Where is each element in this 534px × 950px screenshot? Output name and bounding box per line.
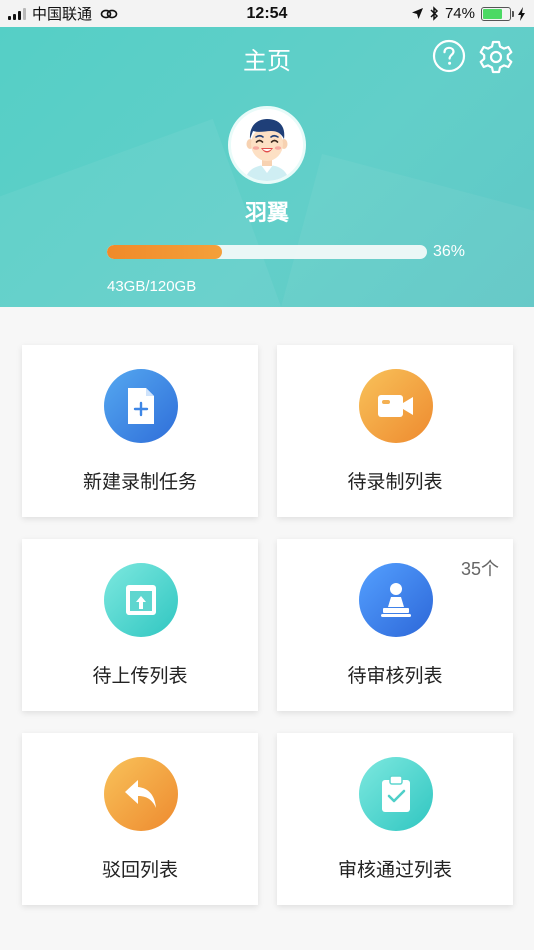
card-pending-upload-list[interactable]: 待上传列表 <box>22 539 258 711</box>
charging-icon <box>518 6 525 21</box>
battery-icon <box>481 6 514 21</box>
upload-image-icon <box>126 585 156 615</box>
status-bar: 中国联通 12:54 74% <box>0 0 534 27</box>
storage-used-total: 43GB/120GB <box>107 278 197 295</box>
card-label: 新建录制任务 <box>82 472 197 493</box>
carrier-name: 中国联通 <box>32 6 93 23</box>
card-label: 待录制列表 <box>347 472 443 493</box>
card-rejected-list[interactable]: 驳回列表 <box>22 733 258 905</box>
icon-circle <box>104 757 178 831</box>
status-bar-right: 74% <box>411 0 526 27</box>
card-new-recording-task[interactable]: 新建录制任务 <box>22 345 258 517</box>
card-label: 审核通过列表 <box>337 860 452 881</box>
video-camera-icon <box>378 395 413 417</box>
link-icon <box>100 9 118 18</box>
pending-count-badge: 35个 <box>460 559 499 579</box>
card-pending-review-list[interactable]: 35个 待审核列表 <box>277 539 513 711</box>
icon-circle <box>359 563 433 637</box>
card-label: 待上传列表 <box>92 666 188 687</box>
gear-icon[interactable] <box>478 39 514 75</box>
reply-arrow-icon <box>125 780 156 808</box>
status-bar-left: 中国联通 <box>8 0 118 27</box>
new-document-icon <box>128 388 154 424</box>
card-pending-recording-list[interactable]: 待录制列表 <box>277 345 513 517</box>
icon-circle <box>359 757 433 831</box>
card-approved-list[interactable]: 审核通过列表 <box>277 733 513 905</box>
username: 羽翼 <box>244 200 289 225</box>
bluetooth-icon <box>430 6 439 21</box>
location-arrow-icon <box>411 8 423 19</box>
signal-icon <box>8 7 26 20</box>
storage-progress-fill <box>107 245 223 259</box>
cartoon-face-icon <box>231 109 303 181</box>
icon-circle <box>104 369 178 443</box>
battery-percent: 74% <box>444 5 475 22</box>
question-circle-icon[interactable] <box>432 39 466 73</box>
icon-circle <box>359 369 433 443</box>
card-label: 驳回列表 <box>101 860 178 881</box>
avatar[interactable] <box>228 106 306 184</box>
profile-header: 主页 羽翼 36% 43GB/120GB <box>0 27 534 307</box>
clipboard-check-icon <box>382 775 410 812</box>
storage-progress-bar <box>107 245 427 259</box>
card-label: 待审核列表 <box>347 666 443 687</box>
stamp-icon <box>381 583 411 617</box>
battery-fill <box>483 8 503 19</box>
storage-percent: 36% <box>433 243 466 260</box>
icon-circle <box>104 563 178 637</box>
